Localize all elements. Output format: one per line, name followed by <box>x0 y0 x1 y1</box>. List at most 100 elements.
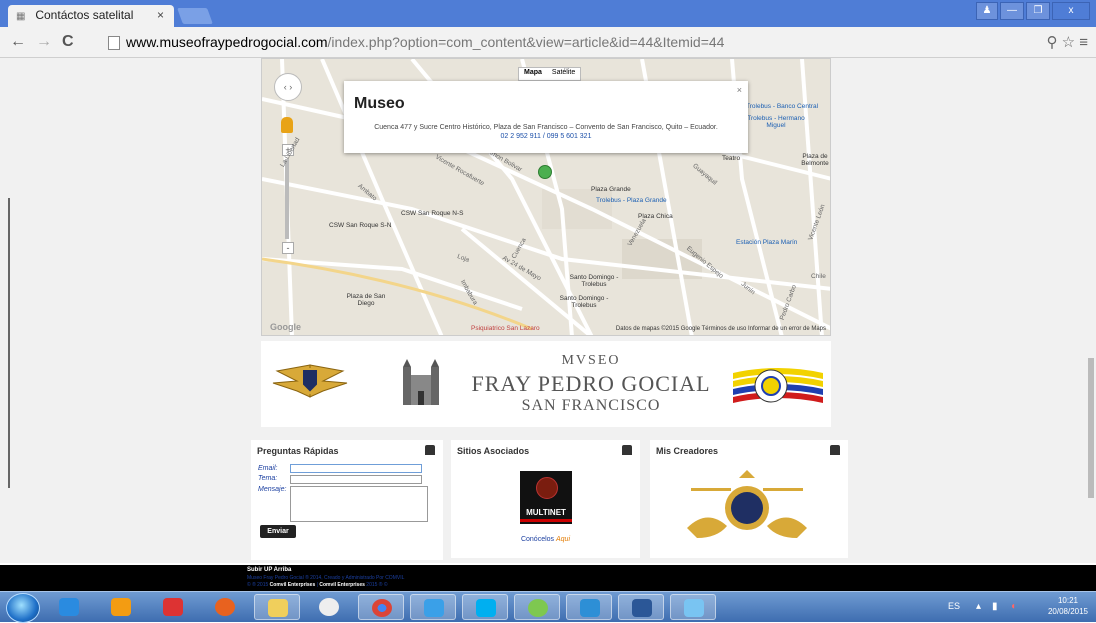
taskbar-pin[interactable] <box>150 594 196 620</box>
start-button[interactable] <box>6 593 40 623</box>
tab-close-icon[interactable]: × <box>157 8 164 22</box>
footer-credit-c[interactable]: Comvil Enterprises <box>319 582 365 588</box>
panel-menu-icon[interactable] <box>830 445 840 455</box>
browser-toolbar: ← → C www.museofraypedrogocial.com/index… <box>0 27 1096 58</box>
url-path: /index.php?option=com_content&view=artic… <box>327 34 725 50</box>
browser-tab[interactable]: ▦ Contáctos satelital × <box>8 5 174 27</box>
aqui-link[interactable]: Aqui <box>556 536 570 543</box>
taskbar-messenger[interactable] <box>514 594 560 620</box>
mensaje-textarea[interactable] <box>290 486 428 522</box>
scrollbar[interactable] <box>1088 358 1094 498</box>
email-label: Email: <box>258 465 278 472</box>
tray-arrow-icon[interactable]: ▴ <box>976 601 981 612</box>
footer-credit-b[interactable]: Comvil Enterprises <box>270 582 316 588</box>
tema-field[interactable] <box>290 475 422 484</box>
footer-credit-d: 2015 ® © <box>366 582 388 588</box>
panel-menu-icon[interactable] <box>425 445 435 455</box>
info-window-phone[interactable]: 02 2 952 911 / 099 5 601 321 <box>501 133 592 140</box>
zoom-slider[interactable] <box>285 159 289 239</box>
map-street-label: Chile <box>811 273 826 280</box>
mensaje-label: Mensaje: <box>258 486 287 493</box>
zoom-out-button[interactable]: - <box>282 242 294 254</box>
google-map[interactable]: Mapa Satélite ‹ › + - Trolebus - Banco C… <box>261 58 831 336</box>
logo-stripe <box>520 519 572 522</box>
firefox-icon <box>215 598 235 616</box>
back-button[interactable]: ← <box>10 33 26 51</box>
site-footer: Subir UP Arriba Museo Fray Pedro Gocial … <box>0 565 1096 591</box>
send-button[interactable]: Enviar <box>260 525 296 538</box>
map-info-window: × Museo Cuenca 477 y Sucre Centro Histór… <box>344 81 748 153</box>
comvil-crest-logo-icon[interactable] <box>677 468 817 546</box>
app-icon <box>424 599 444 617</box>
conocelos-text: Conócelos <box>520 536 555 543</box>
pan-control[interactable]: ‹ › <box>274 73 302 101</box>
map-label: CSW San Roque N-S <box>401 210 464 217</box>
reload-button[interactable]: C <box>62 33 74 51</box>
map-type-satellite[interactable]: Satélite <box>547 68 580 80</box>
associated-sites-panel: Sitios Asociados MULTINET Conócelos Aqui <box>451 440 640 558</box>
pegman-icon[interactable] <box>281 117 293 133</box>
map-label: Psiquiatrico San Lazaro <box>471 325 540 332</box>
map-label: Santo Domingo - Trolebus <box>559 295 609 309</box>
panel-menu-icon[interactable] <box>622 445 632 455</box>
restore-button[interactable]: ❐ <box>1026 2 1050 20</box>
left-divider <box>8 198 10 488</box>
clock-date: 20/08/2015 <box>1047 607 1088 616</box>
taskbar-app-blue[interactable] <box>410 594 456 620</box>
footer-up-links[interactable]: Subir UP Arriba <box>247 567 291 573</box>
map-label: Trolebus - Plaza Grande <box>596 197 667 204</box>
tema-label: Tema: <box>258 475 278 482</box>
panel-title: Mis Creadores <box>656 446 719 456</box>
taskbar-paint[interactable] <box>670 594 716 620</box>
taskbar-clock[interactable]: 10:21 20/08/2015 <box>1048 595 1088 617</box>
google-logo[interactable]: Google <box>270 322 301 332</box>
taskbar-chrome[interactable] <box>358 594 404 620</box>
language-indicator[interactable]: ES <box>948 601 960 611</box>
clock-icon <box>319 598 339 616</box>
panel-title: Preguntas Rápidas <box>257 446 339 456</box>
map-type-map[interactable]: Mapa <box>519 68 547 80</box>
quick-questions-panel: Preguntas Rápidas Email: Tema: Mensaje: … <box>251 440 443 560</box>
network-icon[interactable]: ▮ <box>992 601 998 612</box>
volume-icon[interactable]: ◖ <box>1010 601 1016 612</box>
taskbar-clock-app[interactable] <box>306 594 352 620</box>
user-icon[interactable]: ♟ <box>976 2 998 20</box>
pushpin-icon <box>163 598 183 616</box>
info-window-close-icon[interactable]: × <box>737 85 742 95</box>
address-bar[interactable]: www.museofraypedrogocial.com/index.php?o… <box>108 31 1038 53</box>
conocelos-link: Conócelos Aqui <box>451 536 640 543</box>
museum-title-line2: FRAY PEDRO GOCIAL <box>471 371 711 396</box>
museum-marker-icon[interactable] <box>538 165 552 179</box>
taskbar-explorer[interactable] <box>254 594 300 620</box>
folder-icon <box>268 599 288 617</box>
page-icon <box>108 36 120 51</box>
chrome-icon <box>372 599 392 617</box>
minimize-button[interactable]: — <box>1000 2 1024 20</box>
taskbar-word[interactable] <box>618 594 664 620</box>
browser-tabstrip: ▦ Contáctos satelital × ♟ — ❐ x <box>0 0 1096 27</box>
close-window-button[interactable]: x <box>1052 2 1090 20</box>
map-label: Teatro <box>722 155 741 162</box>
taskbar-ie[interactable] <box>46 594 92 620</box>
multinet-logo[interactable]: MULTINET <box>520 471 572 524</box>
messenger-icon <box>528 599 548 617</box>
church-engraving-icon <box>403 359 439 405</box>
taskbar-media[interactable] <box>98 594 144 620</box>
page-favicon-icon: ▦ <box>16 11 26 22</box>
taskbar-app-2[interactable] <box>566 594 612 620</box>
info-window-address: Cuenca 477 y Sucre Centro Histórico, Pla… <box>374 124 718 131</box>
forward-button[interactable]: → <box>36 33 52 51</box>
footer-credits: © ® 2015 Comvil Enterprises | Comvil Ent… <box>247 582 388 588</box>
new-tab-button[interactable] <box>177 8 213 24</box>
taskbar-firefox[interactable] <box>202 594 248 620</box>
taskbar-skype[interactable] <box>462 594 508 620</box>
hecho-en-ecuador-seal-icon <box>733 368 823 403</box>
url-host: www.museofraypedrogocial.com <box>126 34 328 50</box>
map-type-control: Mapa Satélite <box>518 67 582 81</box>
map-attribution[interactable]: Datos de mapas ©2015 Google Términos de … <box>616 326 826 332</box>
museum-title-line3: SAN FRANCISCO <box>521 397 661 414</box>
toolbar-icons[interactable]: ⚲ ☆ ≡ <box>1046 33 1088 51</box>
email-field[interactable] <box>290 464 422 473</box>
map-label: Plaza de San Diego <box>346 293 386 307</box>
media-player-icon <box>111 598 131 616</box>
